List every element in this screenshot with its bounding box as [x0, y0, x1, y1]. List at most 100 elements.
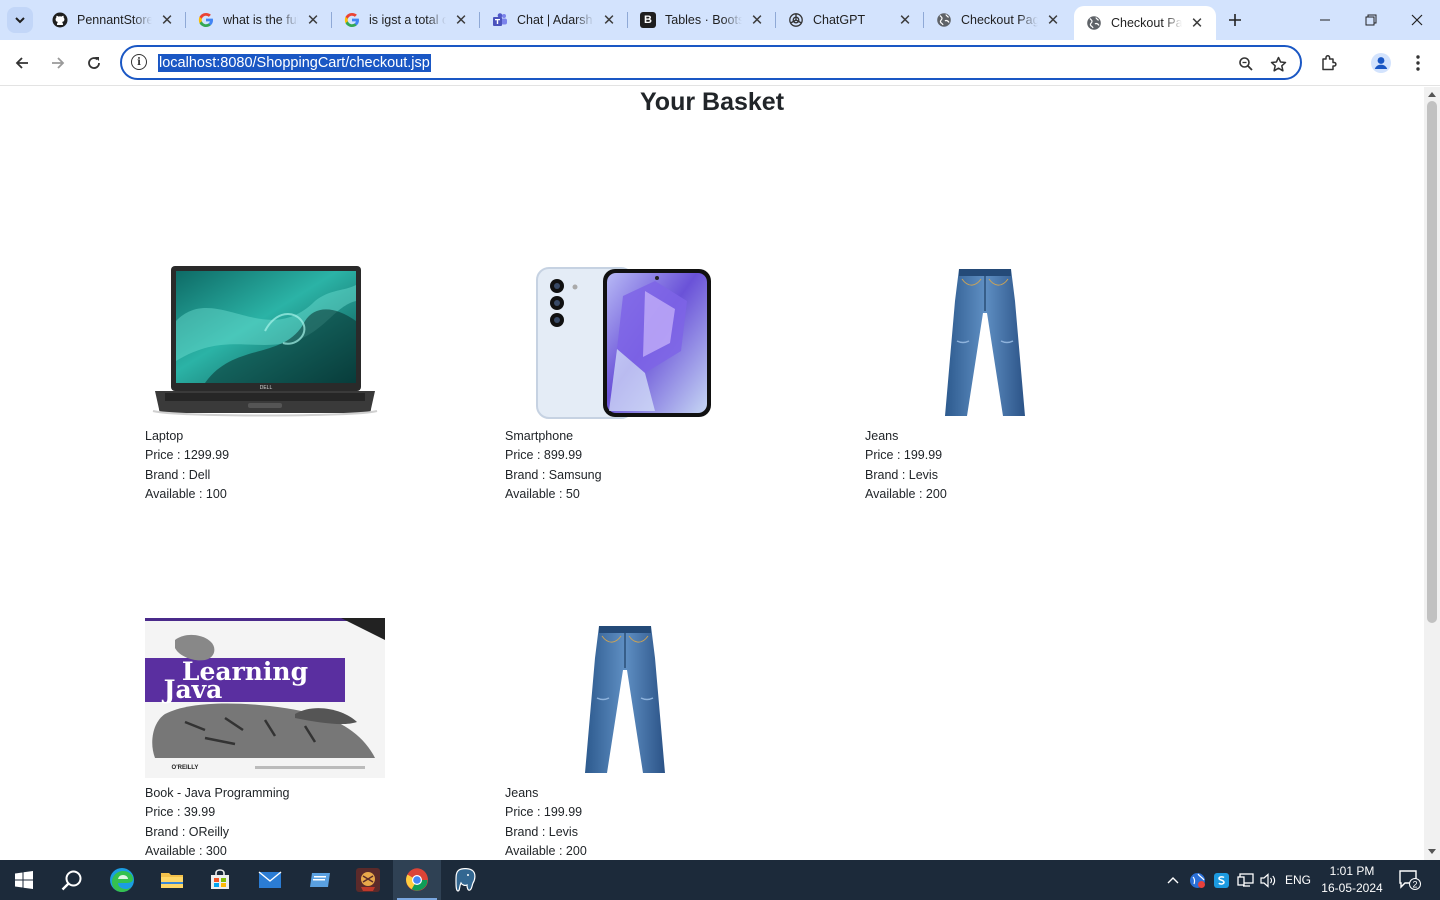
chevron-down-icon	[15, 16, 25, 23]
back-button[interactable]	[8, 49, 36, 77]
tab-google-search-2[interactable]: is igst a total o ✕	[332, 0, 480, 40]
skype-icon	[1213, 872, 1229, 888]
product-price: Price : 199.99	[865, 448, 943, 463]
close-icon[interactable]: ✕	[748, 11, 766, 29]
start-button[interactable]	[0, 860, 48, 900]
restore-button[interactable]	[1348, 0, 1394, 40]
mail-icon	[258, 871, 282, 888]
book-cover-publisher: O'REILLY	[172, 765, 199, 771]
address-bar[interactable]: i localhost:8080/ShoppingCart/checkout.j…	[120, 45, 1302, 80]
globe-icon	[1086, 15, 1102, 31]
product-price: Price : 39.99	[145, 805, 216, 820]
forward-button[interactable]	[44, 49, 72, 77]
site-info-icon[interactable]: i	[131, 54, 147, 70]
close-window-button[interactable]	[1394, 0, 1440, 40]
elephant-icon	[455, 868, 476, 892]
tray-language[interactable]: ENG	[1282, 860, 1314, 900]
kebab-menu-icon[interactable]	[1405, 50, 1431, 76]
store-icon	[211, 869, 229, 889]
scroll-up-arrow-icon[interactable]	[1428, 92, 1436, 97]
tray-overflow-button[interactable]	[1162, 860, 1184, 900]
tab-search-button[interactable]	[7, 7, 33, 33]
search-icon	[61, 870, 82, 891]
minimize-icon	[1320, 19, 1330, 21]
tab-bootstrap-tables[interactable]: B Tables · Bootstr ✕	[628, 0, 776, 40]
tray-volume[interactable]	[1257, 860, 1279, 900]
taskbar-game[interactable]	[344, 860, 392, 900]
product-name: Jeans	[865, 429, 899, 443]
tab-chatgpt[interactable]: ChatGPT ✕	[776, 0, 924, 40]
search-button[interactable]	[48, 860, 96, 900]
product-name: Jeans	[505, 786, 539, 800]
taskbar-store[interactable]	[196, 860, 244, 900]
page-content: Your Basket DELL Laptop Price: 1299.99 …	[0, 87, 1424, 860]
tab-teams-chat[interactable]: Chat | Adarsh P ✕	[480, 0, 628, 40]
product-brand: Brand : Levis	[865, 467, 938, 482]
tab-pennantstore[interactable]: PennantStore/ ✕	[40, 0, 186, 40]
taskbar-file-explorer[interactable]	[148, 860, 196, 900]
taskbar-mail[interactable]	[246, 860, 294, 900]
close-icon[interactable]: ✕	[1044, 11, 1062, 29]
smartphone-image	[505, 261, 745, 421]
product-brand: Brand : Levis	[505, 824, 578, 839]
tab-title: is igst a total o	[369, 13, 446, 27]
close-icon[interactable]: ✕	[600, 11, 618, 29]
product-price: Price : 1299.99	[145, 448, 230, 463]
tab-title: what is the full	[223, 13, 298, 27]
notification-count: 2	[1412, 879, 1417, 889]
tray-vpn[interactable]	[1186, 860, 1208, 900]
zoom-icon[interactable]	[1235, 53, 1257, 75]
notification-icon: 2	[1399, 870, 1421, 890]
close-icon[interactable]: ✕	[158, 11, 176, 29]
reload-button[interactable]	[80, 49, 108, 77]
product-available: Available : 300	[145, 843, 227, 858]
tab-title: Chat | Adarsh P	[517, 13, 594, 27]
book-cover-title-line2: Java	[162, 675, 223, 704]
page-scrollbar[interactable]	[1424, 87, 1440, 860]
product-price: Price : 899.99	[505, 448, 583, 463]
taskbar-postgres[interactable]	[442, 860, 490, 900]
chrome-icon	[406, 868, 428, 891]
product-card: Learning Java O'REILLY Book - Java Progr…	[145, 618, 405, 860]
app-window-icon	[310, 873, 330, 887]
laptop-logo: DELL	[260, 385, 273, 391]
tray-network[interactable]	[1234, 860, 1256, 900]
clock-date: 16-05-2024	[1321, 881, 1383, 895]
product-name: Smartphone	[505, 429, 574, 443]
product-card: Smartphone Price : 899.99 Brand : Samsun…	[505, 261, 765, 504]
tab-checkout-active[interactable]: Checkout Page ✕	[1074, 6, 1216, 40]
tab-checkout-1[interactable]: Checkout Page ✕	[924, 0, 1072, 40]
tray-skype[interactable]	[1210, 860, 1232, 900]
extensions-icon[interactable]	[1316, 50, 1342, 76]
tab-title: Tables · Bootstr	[665, 13, 742, 27]
taskbar-edge[interactable]	[98, 860, 146, 900]
edge-icon	[110, 868, 134, 892]
product-available: Available : 100	[145, 486, 227, 501]
close-icon[interactable]: ✕	[304, 11, 322, 29]
notification-center-button[interactable]: 2	[1394, 860, 1426, 900]
close-icon[interactable]: ✕	[896, 11, 914, 29]
close-icon[interactable]: ✕	[452, 11, 470, 29]
product-card: Jeans Price : 199.99 Brand : Levis Avail…	[865, 261, 1125, 504]
bootstrap-icon: B	[640, 12, 656, 28]
taskbar-chrome[interactable]	[393, 860, 441, 900]
arrow-right-icon	[52, 57, 65, 69]
tab-strip: PennantStore/ ✕ what is the full ✕ is ig…	[0, 0, 1440, 40]
close-icon[interactable]: ✕	[1188, 14, 1206, 32]
profile-avatar-icon[interactable]	[1368, 50, 1394, 76]
taskbar-clock[interactable]: 1:01 PM 16-05-2024	[1316, 863, 1388, 897]
product-brand: Brand : Samsung	[505, 467, 602, 482]
tab-title: PennantStore/	[77, 13, 152, 27]
plus-icon	[1229, 14, 1241, 26]
arrow-left-icon	[15, 57, 28, 69]
scroll-down-arrow-icon[interactable]	[1428, 849, 1436, 854]
book-image: Learning Java O'REILLY	[145, 618, 385, 778]
bookmark-star-icon[interactable]	[1267, 53, 1289, 75]
minimize-button[interactable]	[1302, 0, 1348, 40]
new-tab-button[interactable]	[1224, 9, 1246, 31]
product-price: Price : 199.99	[505, 805, 583, 820]
taskbar-app-window[interactable]	[296, 860, 344, 900]
tab-google-search-1[interactable]: what is the full ✕	[186, 0, 332, 40]
address-url[interactable]: localhost:8080/ShoppingCart/checkout.jsp	[158, 54, 431, 72]
scrollbar-thumb[interactable]	[1427, 101, 1437, 623]
